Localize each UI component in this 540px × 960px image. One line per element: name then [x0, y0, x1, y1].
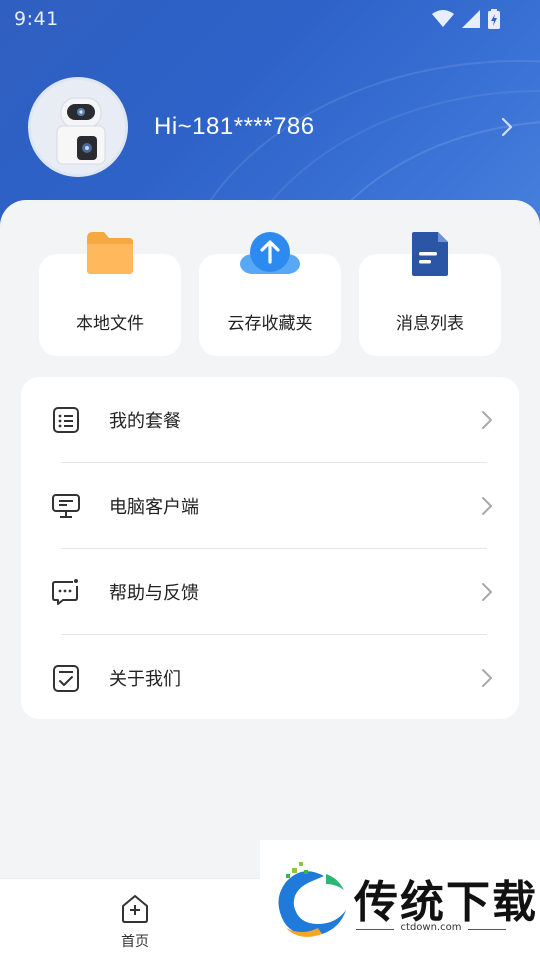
- chevron-right-icon: [482, 497, 492, 515]
- menu-item-desktop-client[interactable]: 电脑客户端: [21, 463, 519, 549]
- quick-tile-label: 本地文件: [76, 314, 144, 334]
- chevron-right-icon: [482, 583, 492, 601]
- menu-item-about-us[interactable]: 关于我们: [21, 635, 519, 721]
- watermark-title: 传统下载: [354, 877, 538, 928]
- monitor-icon: [52, 494, 80, 518]
- avatar[interactable]: [28, 77, 128, 177]
- quick-tile-label: 云存收藏夹: [227, 314, 313, 334]
- home-add-icon: [122, 895, 148, 923]
- menu-item-label: 帮助与反馈: [109, 583, 199, 604]
- menu-item-help-feedback[interactable]: 帮助与反馈: [21, 549, 519, 635]
- chevron-right-icon: [482, 411, 492, 429]
- list-icon: [53, 407, 79, 433]
- quick-actions: 本地文件 云存收藏夹 消息列表: [39, 230, 501, 356]
- battery-icon: [488, 9, 500, 29]
- watermark-url: ctdown.com: [400, 922, 462, 933]
- status-bar: 9:41: [0, 0, 540, 38]
- signal-icon: [462, 10, 480, 28]
- chevron-right-icon[interactable]: [500, 116, 514, 138]
- watermark: 传统下载 ctdown.com: [260, 840, 540, 960]
- watermark-logo-icon: [278, 862, 346, 937]
- profile-row[interactable]: Hi~181****786: [28, 76, 518, 178]
- quick-tile-label: 消息列表: [396, 314, 464, 334]
- folder-icon: [87, 232, 133, 274]
- document-icon: [412, 232, 448, 276]
- status-time: 9:41: [14, 8, 59, 30]
- feedback-icon: [52, 579, 78, 605]
- cloud-upload-icon: [240, 232, 300, 274]
- username: Hi~181****786: [154, 113, 315, 140]
- menu-card: 我的套餐 电脑客户端 帮助与反馈 关于我们: [21, 377, 519, 719]
- menu-item-label: 关于我们: [109, 669, 181, 690]
- status-icons: [432, 9, 500, 29]
- nav-home[interactable]: 首页: [110, 893, 160, 951]
- nav-home-label: 首页: [121, 934, 149, 950]
- camera-device-icon: [56, 97, 106, 165]
- checklist-icon: [53, 665, 79, 692]
- menu-item-label: 我的套餐: [109, 411, 181, 432]
- chevron-right-icon: [482, 669, 492, 687]
- menu-item-my-plan[interactable]: 我的套餐: [21, 377, 519, 463]
- wifi-icon: [432, 10, 454, 27]
- menu-item-label: 电脑客户端: [109, 497, 199, 518]
